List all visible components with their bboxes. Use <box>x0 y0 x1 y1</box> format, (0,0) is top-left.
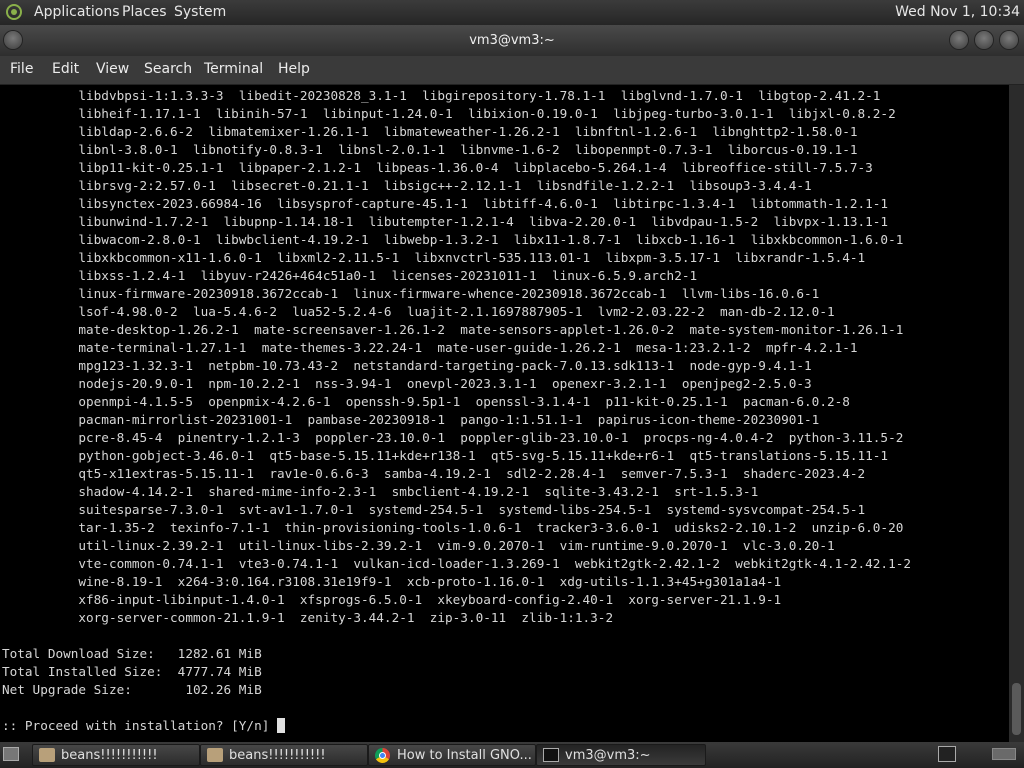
task-label: How to Install GNO... <box>397 748 532 763</box>
clock[interactable]: Wed Nov 1, 10:34 <box>895 4 1020 20</box>
task-label: beans!!!!!!!!!!! <box>61 748 158 763</box>
menu-search[interactable]: Search <box>144 61 192 77</box>
terminal-icon <box>543 748 559 762</box>
task-label: vm3@vm3:~ <box>565 748 651 763</box>
system-menu[interactable]: System <box>174 4 226 20</box>
taskbar: beans!!!!!!!!!!! beans!!!!!!!!!!! How to… <box>0 742 1024 768</box>
scrollbar-thumb[interactable] <box>1012 683 1021 735</box>
close-icon[interactable] <box>1000 31 1018 49</box>
mate-logo-icon[interactable] <box>6 4 22 20</box>
applications-menu[interactable]: Applications <box>34 4 120 20</box>
terminal-lines: libdvbpsi-1:1.3.3-3 libedit-20230828_3.1… <box>2 88 911 733</box>
workspace-switcher[interactable] <box>992 748 1016 760</box>
menu-view[interactable]: View <box>96 61 129 77</box>
text-cursor <box>277 718 285 733</box>
window-title-bar[interactable]: vm3@vm3:~ <box>0 25 1024 56</box>
maximize-icon[interactable] <box>975 31 993 49</box>
window-title: vm3@vm3:~ <box>469 33 555 48</box>
menu-terminal[interactable]: Terminal <box>204 61 263 77</box>
task-browser[interactable]: How to Install GNO... <box>368 744 536 766</box>
menu-edit[interactable]: Edit <box>52 61 79 77</box>
task-label: beans!!!!!!!!!!! <box>229 748 326 763</box>
task-beans-2[interactable]: beans!!!!!!!!!!! <box>200 744 368 766</box>
menu-help[interactable]: Help <box>278 61 310 77</box>
task-beans-1[interactable]: beans!!!!!!!!!!! <box>32 744 200 766</box>
workspace-terminal-icon[interactable] <box>938 746 956 762</box>
show-desktop-icon[interactable] <box>3 747 19 761</box>
window-menu-icon[interactable] <box>4 31 22 49</box>
places-menu[interactable]: Places <box>122 4 167 20</box>
task-terminal[interactable]: vm3@vm3:~ <box>536 744 706 766</box>
folder-icon <box>207 748 223 762</box>
terminal-output[interactable]: libdvbpsi-1:1.3.3-3 libedit-20230828_3.1… <box>0 85 1009 742</box>
menu-file[interactable]: File <box>10 61 33 77</box>
minimize-icon[interactable] <box>950 31 968 49</box>
chrome-icon <box>375 748 390 763</box>
terminal-text: libdvbpsi-1:1.3.3-3 libedit-20230828_3.1… <box>2 87 911 735</box>
menu-bar: File Edit View Search Terminal Help <box>0 56 1024 85</box>
folder-icon <box>39 748 55 762</box>
terminal-scrollbar[interactable] <box>1009 85 1024 742</box>
top-panel: Applications Places System Wed Nov 1, 10… <box>0 0 1024 25</box>
